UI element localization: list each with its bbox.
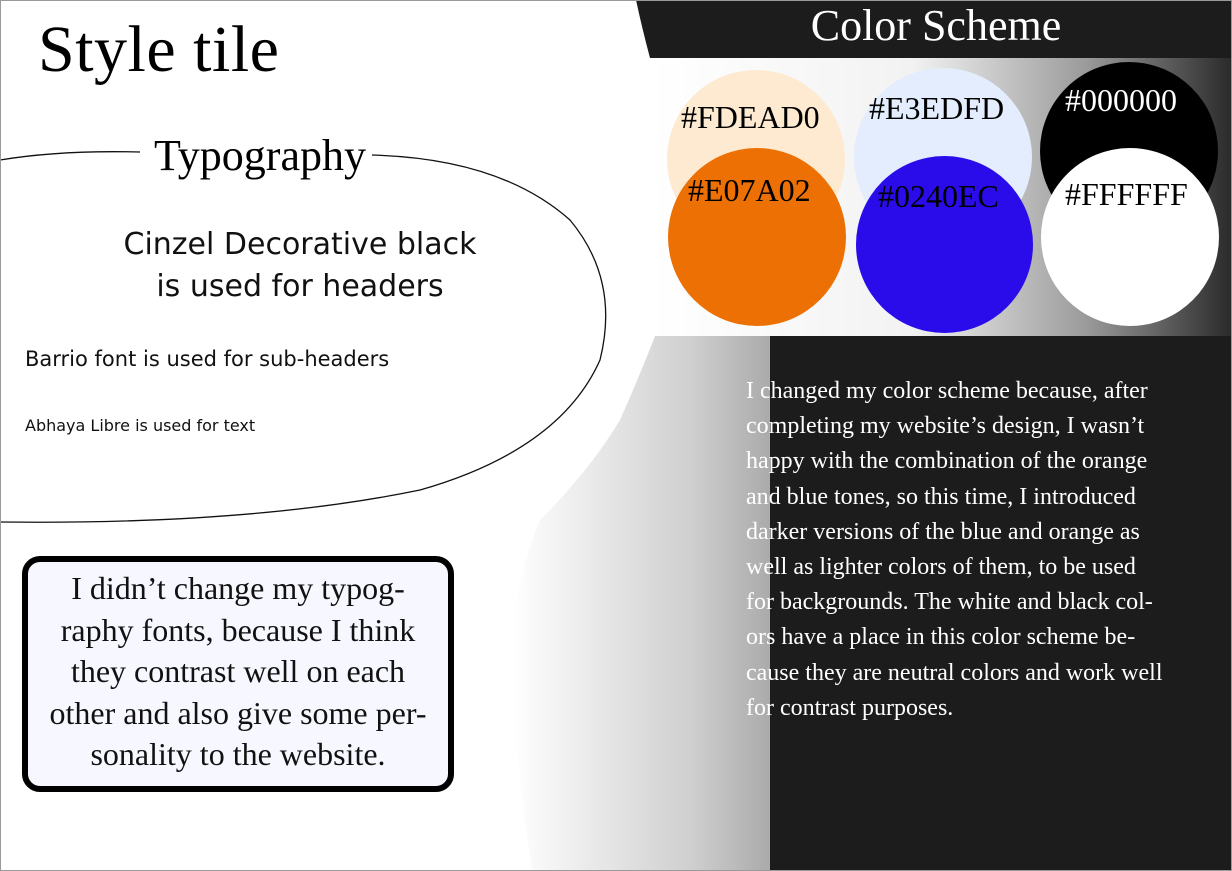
- swatch-label-e3edfd: #E3EDFD: [869, 90, 1005, 126]
- explanation-line: happy with the combination of the orange: [746, 448, 1148, 475]
- header-font-note-line: is used for headers: [156, 269, 444, 304]
- swatch-label-fdead0: #FDEAD0: [681, 99, 820, 135]
- explanation-line: and blue tones, so this time, I introduc…: [746, 483, 1136, 510]
- explanation-line: sonality to the website.: [90, 736, 386, 772]
- explanation-line: completing my website’s design, I wasn’t: [746, 413, 1145, 440]
- text-font-note: Abhaya Libre is used for text: [25, 416, 256, 435]
- typography-outline: [0, 151, 607, 523]
- subheader-font-note: Barrio font is used for sub-headers: [25, 347, 390, 371]
- explanation-line: other and also give some per-: [49, 694, 427, 731]
- explanation-line: cause they are neutral colors and work w…: [746, 659, 1163, 686]
- typography-explanation: I didn’t change my typog- raphy fonts, b…: [28, 562, 448, 776]
- explanation-line: darker versions of the blue and orange a…: [746, 518, 1140, 545]
- swatch-label-0240ec: #0240EC: [878, 178, 999, 214]
- header-font-note-line: Cinzel Decorative black: [123, 227, 477, 262]
- style-tile-page: Style tile Typography Cinzel Decorative …: [0, 0, 1232, 871]
- color-scheme-explanation: I changed my color scheme because, after…: [746, 374, 1216, 726]
- explanation-line: ors have a place in this color scheme be…: [746, 624, 1136, 651]
- typography-heading: Typography: [148, 130, 372, 181]
- swatch-label-000000: #000000: [1065, 82, 1177, 118]
- explanation-line: raphy fonts, because I think: [60, 611, 416, 648]
- explanation-line: for backgrounds. The white and black col…: [746, 589, 1153, 616]
- explanation-line: they contrast well on each: [70, 653, 406, 689]
- color-scheme-heading: Color Scheme: [810, 1, 1062, 50]
- explanation-line: for contrast purposes.: [746, 694, 954, 721]
- page-title: Style tile: [38, 13, 280, 86]
- typography-explanation-box: I didn’t change my typog- raphy fonts, b…: [22, 556, 454, 792]
- explanation-line: I didn’t change my typog-: [71, 570, 405, 606]
- swatch-label-ffffff: #FFFFFF: [1065, 176, 1188, 212]
- swatch-circle-ffffff: [1041, 148, 1219, 326]
- header-font-note: Cinzel Decorative black is used for head…: [100, 224, 500, 308]
- explanation-line: well as lighter colors of them, to be us…: [746, 554, 1136, 581]
- explanation-line: I changed my color scheme because, after: [746, 378, 1148, 404]
- swatch-label-e07a02: #E07A02: [688, 172, 811, 208]
